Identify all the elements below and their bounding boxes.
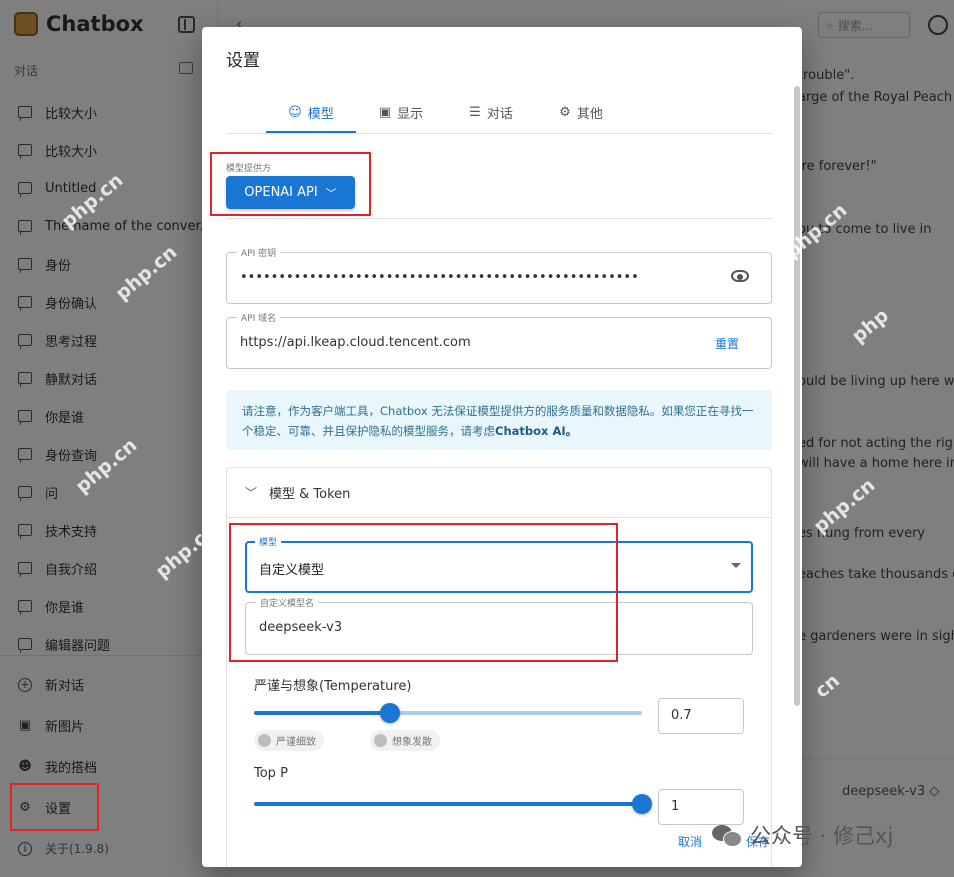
api-host-value: https://api.lkeap.cloud.tencent.com: [240, 335, 471, 350]
tab-label: 模型: [307, 106, 334, 122]
tab-label: 其他: [576, 106, 603, 122]
eye-icon[interactable]: [731, 270, 749, 282]
api-key-value: ••••••••••••••••••••••••••••••••••••••••…: [240, 270, 639, 285]
chat-icon: ☰: [469, 104, 481, 120]
api-host-field[interactable]: API 域名 https://api.lkeap.cloud.tencent.c…: [226, 311, 772, 369]
display-icon: ▣: [378, 104, 392, 120]
precise-icon: [258, 734, 271, 747]
tab-chat[interactable]: ☰ 对话: [446, 91, 536, 133]
privacy-notice: 请注意，作为客户端工具，Chatbox 无法保证模型提供方的服务质量和数据隐私。…: [226, 390, 772, 450]
tab-label: 对话: [486, 106, 513, 122]
top-p-slider-fill: [254, 802, 642, 806]
chip-creative-label: 想象发散: [392, 737, 432, 748]
robot-icon: ☺: [288, 104, 302, 120]
reset-button[interactable]: 重置: [715, 335, 739, 352]
dialog-title: 设置: [226, 51, 260, 71]
chatbox-ai-link[interactable]: Chatbox AI。: [495, 424, 577, 438]
signature-text: 公众号 · 修己xj: [750, 824, 894, 848]
tabs-divider: [226, 133, 772, 134]
chip-precise: 严谨细致: [254, 730, 324, 751]
gear-icon: ⚙: [559, 104, 571, 120]
temperature-label: 严谨与想象(Temperature): [254, 679, 412, 694]
highlight-provider: [210, 152, 371, 216]
accordion-title: 模型 & Token: [269, 487, 351, 502]
temperature-slider-fill: [254, 711, 390, 715]
wechat-icon: [712, 823, 742, 847]
tab-label: 显示: [397, 106, 424, 122]
chevron-down-icon: ﹀: [245, 486, 258, 500]
api-key-label: API 密钥: [237, 246, 281, 259]
api-host-label: API 域名: [237, 311, 281, 324]
dropdown-arrow-icon: [731, 563, 741, 568]
top-p-slider[interactable]: [254, 794, 652, 814]
api-key-field[interactable]: API 密钥 •••••••••••••••••••••••••••••••••…: [226, 246, 772, 304]
accordion-header[interactable]: ﹀ 模型 & Token: [227, 468, 771, 518]
tab-robot[interactable]: ☺ 模型: [266, 91, 356, 133]
tab-gear[interactable]: ⚙ 其他: [536, 91, 626, 133]
section-divider: [226, 218, 772, 219]
tab-display[interactable]: ▣ 显示: [356, 91, 446, 133]
highlight-model: [229, 523, 618, 662]
settings-tabs: ☺ 模型 ▣ 显示 ☰ 对话 ⚙ 其他: [266, 91, 626, 133]
chip-precise-label: 严谨细致: [276, 737, 316, 748]
temperature-slider[interactable]: [254, 703, 642, 723]
dialog-scrollbar[interactable]: [794, 86, 800, 706]
top-p-slider-thumb[interactable]: [632, 794, 652, 814]
top-p-label: Top P: [254, 766, 288, 781]
creative-icon: [374, 734, 387, 747]
temperature-input[interactable]: 0.7: [658, 698, 744, 734]
chip-creative: 想象发散: [370, 730, 440, 751]
highlight-settings: [10, 783, 99, 831]
cancel-button[interactable]: 取消: [678, 833, 702, 850]
temperature-slider-thumb[interactable]: [379, 703, 400, 723]
wechat-watermark: 公众号 · 修己xj: [712, 820, 893, 850]
